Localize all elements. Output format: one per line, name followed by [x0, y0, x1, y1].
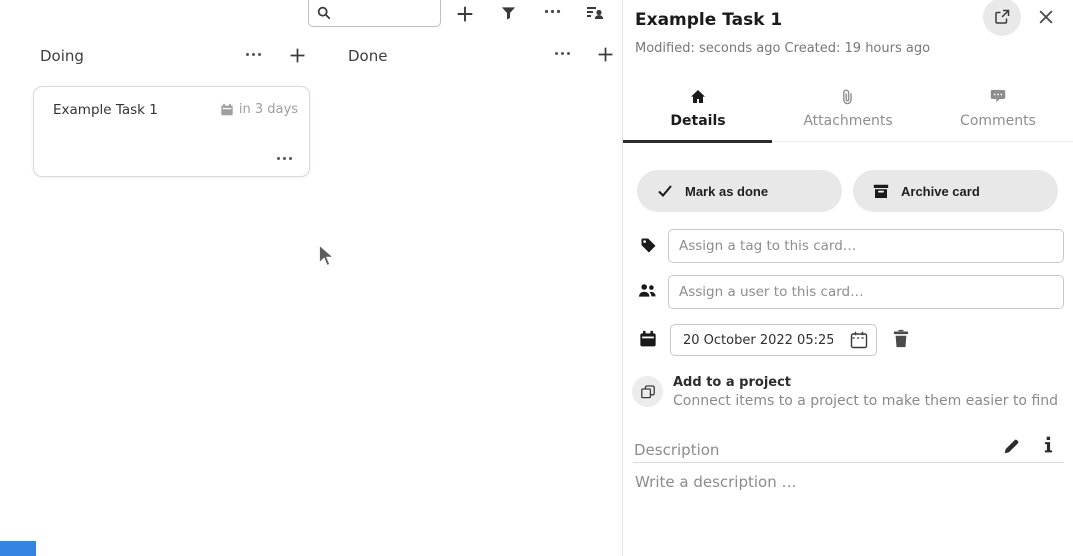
- tab-comments[interactable]: Comments: [923, 85, 1073, 142]
- close-panel-button[interactable]: [1037, 8, 1055, 26]
- ellipsis-icon: [276, 156, 293, 161]
- add-card-button[interactable]: [456, 5, 474, 23]
- tab-details[interactable]: Details: [623, 85, 773, 142]
- panel-meta: Modified: seconds ago Created: 19 hours …: [635, 41, 930, 56]
- tab-details-label: Details: [623, 113, 773, 129]
- card-detail-panel: Example Task 1 Modified: seconds ago Cre…: [622, 0, 1073, 556]
- ellipsis-icon: [245, 52, 262, 57]
- tag-icon: [640, 237, 657, 254]
- plus-icon: [456, 5, 474, 23]
- card-menu-button[interactable]: [276, 156, 293, 161]
- calendar-icon: [220, 103, 234, 117]
- description-info-button[interactable]: [1044, 436, 1053, 454]
- column-title-doing: Doing: [40, 47, 84, 65]
- close-icon: [1037, 8, 1055, 26]
- pop-out-button[interactable]: [983, 0, 1021, 36]
- ellipsis-icon: [554, 51, 571, 56]
- add-to-project-subtitle: Connect items to a project to make them …: [673, 393, 1058, 409]
- list-person-icon: [586, 4, 605, 22]
- column-doing-add-button[interactable]: [289, 47, 306, 64]
- archive-card-label: Archive card: [901, 184, 980, 199]
- board-menu-button[interactable]: [544, 9, 561, 14]
- plus-icon: [597, 46, 614, 63]
- calendar-outline-icon: [849, 330, 869, 350]
- card-due-date: in 3 days: [220, 102, 298, 117]
- due-date-input[interactable]: [681, 332, 835, 349]
- filter-funnel-icon: [501, 5, 516, 21]
- detail-tabs: Details Attachments Comments: [623, 85, 1073, 142]
- assign-user-input[interactable]: [668, 275, 1064, 309]
- due-date-field[interactable]: [670, 324, 877, 356]
- description-placeholder[interactable]: Write a description …: [635, 473, 797, 491]
- home-icon: [690, 89, 706, 105]
- users-icon: [638, 283, 657, 298]
- tag-input[interactable]: [668, 229, 1064, 263]
- assigned-view-button[interactable]: [586, 4, 605, 22]
- check-icon: [657, 184, 673, 198]
- column-done-menu-button[interactable]: [554, 51, 571, 56]
- active-tab-underline: [623, 140, 772, 143]
- mark-as-done-label: Mark as done: [685, 184, 768, 199]
- kanban-card[interactable]: Example Task 1 in 3 days: [33, 86, 310, 177]
- tab-attachments[interactable]: Attachments: [773, 85, 923, 142]
- info-icon: [1044, 436, 1053, 454]
- paperclip-icon: [840, 89, 856, 105]
- column-done-add-button[interactable]: [597, 46, 614, 63]
- open-in-new-window-icon: [994, 9, 1010, 25]
- trash-icon: [892, 329, 910, 348]
- project-button[interactable]: [632, 376, 663, 407]
- mark-as-done-button[interactable]: Mark as done: [637, 170, 842, 212]
- archive-icon: [873, 184, 889, 199]
- delete-due-date-button[interactable]: [892, 329, 910, 348]
- pencil-icon: [1003, 438, 1020, 455]
- accent-rect: [0, 541, 36, 556]
- date-picker-button[interactable]: [849, 330, 869, 350]
- tab-attachments-label: Attachments: [773, 113, 923, 129]
- description-divider: [633, 462, 1064, 463]
- archive-card-button[interactable]: Archive card: [853, 170, 1058, 212]
- column-title-done: Done: [348, 47, 387, 65]
- calendar-icon: [639, 330, 657, 348]
- search-box[interactable]: [308, 0, 441, 27]
- projects-icon: [640, 384, 656, 400]
- description-label: Description: [634, 441, 719, 459]
- search-input[interactable]: [335, 3, 437, 25]
- tab-comments-label: Comments: [923, 113, 1073, 129]
- card-title: Example Task 1: [53, 102, 158, 118]
- ellipsis-icon: [544, 9, 561, 14]
- chat-bubble-icon: [990, 89, 1006, 105]
- plus-icon: [289, 47, 306, 64]
- card-due-label: in 3 days: [239, 102, 298, 117]
- search-icon: [317, 6, 331, 20]
- column-doing-menu-button[interactable]: [245, 52, 262, 57]
- add-to-project-title[interactable]: Add to a project: [673, 375, 791, 390]
- edit-description-button[interactable]: [1003, 438, 1020, 455]
- mouse-cursor: [317, 243, 337, 271]
- panel-title: Example Task 1: [635, 10, 782, 30]
- filter-button[interactable]: [501, 5, 516, 21]
